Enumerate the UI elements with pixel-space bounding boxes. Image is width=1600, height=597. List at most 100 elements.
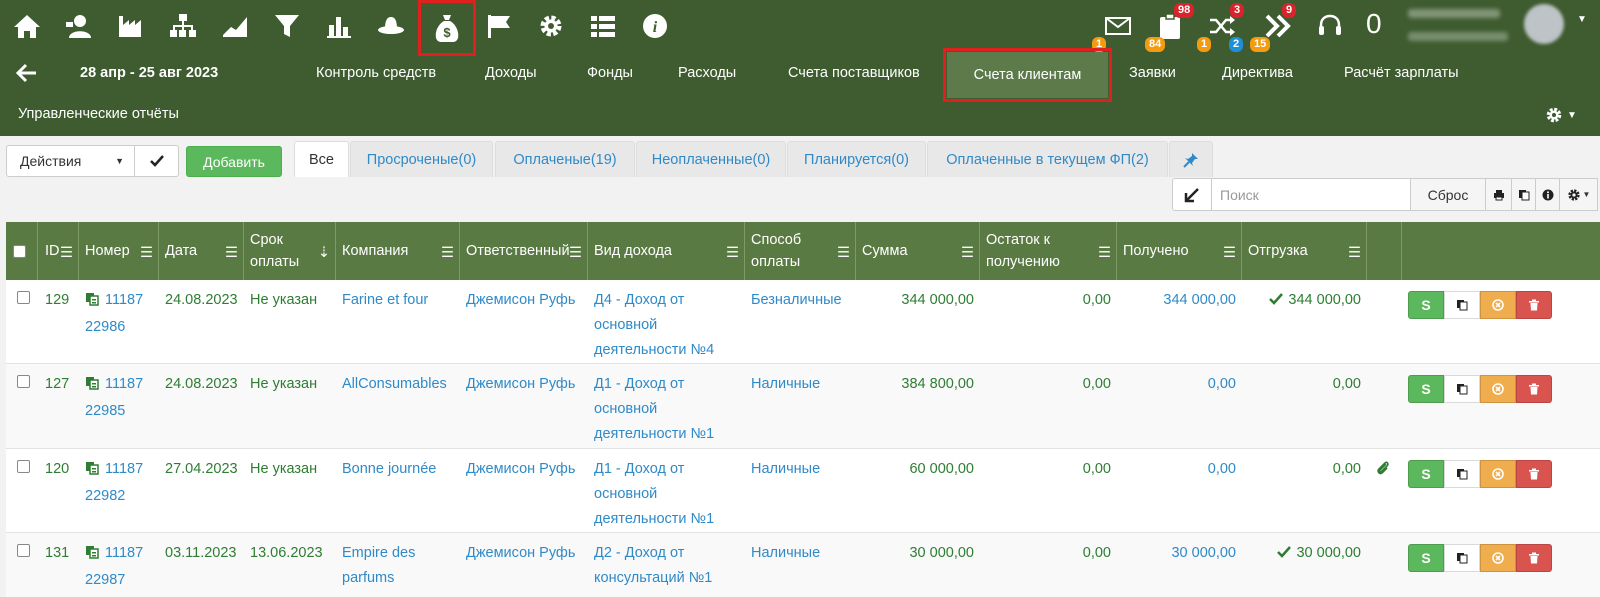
copy-button[interactable]	[1444, 291, 1480, 319]
pay-button[interactable]: S	[1408, 460, 1444, 488]
column-menu-icon[interactable]: ☰	[225, 242, 238, 264]
actions-dropdown[interactable]: Действия ▼	[6, 145, 135, 177]
row-payment-method[interactable]: Безналичные	[745, 280, 848, 321]
column-menu-icon[interactable]: ☰	[1098, 242, 1111, 264]
row-responsible[interactable]: Джемисон Руфь	[460, 364, 588, 405]
row-checkbox[interactable]	[17, 460, 30, 473]
paperclip-icon[interactable]	[1370, 451, 1396, 492]
column-menu-icon[interactable]: ☰	[726, 242, 739, 264]
column-menu-icon[interactable]: ☰	[140, 242, 153, 264]
row-company[interactable]: Farine et four	[336, 280, 460, 321]
row-number[interactable]: 11187 22987	[79, 533, 159, 597]
nav-payroll[interactable]: Расчёт зарплаты	[1344, 65, 1459, 81]
nav-requests[interactable]: Заявки	[1129, 65, 1176, 81]
col-number[interactable]: Номер ☰	[79, 222, 159, 280]
cancel-button[interactable]	[1480, 375, 1516, 403]
col-remaining[interactable]: Остаток к получению ☰	[980, 222, 1117, 280]
copy-button[interactable]	[1444, 544, 1480, 572]
bar-chart-icon[interactable]	[316, 6, 362, 46]
row-income-type[interactable]: Д2 - Доход от консультаций №1	[588, 533, 745, 597]
flag-icon[interactable]	[476, 6, 522, 46]
nav-expenses[interactable]: Расходы	[678, 65, 736, 81]
settings-dropdown[interactable]: ▼	[1545, 106, 1577, 124]
col-shipment[interactable]: Отгрузка ☰	[1242, 222, 1367, 280]
nav-management-reports[interactable]: Управленческие отчёты	[18, 106, 179, 122]
nav-client-invoices[interactable]: Счета клиентам	[943, 48, 1112, 102]
tab-paid-current-fp[interactable]: Оплаченные в текущем ФП(2)	[927, 141, 1168, 177]
info-icon[interactable]: i	[632, 6, 678, 46]
row-number[interactable]: 11187 22986	[79, 280, 159, 348]
cancel-button[interactable]	[1480, 544, 1516, 572]
row-responsible[interactable]: Джемисон Руфь	[460, 533, 588, 574]
reset-button[interactable]: Сброс	[1411, 178, 1486, 211]
tab-all[interactable]: Все	[294, 141, 349, 177]
col-sum[interactable]: Сумма ☰	[856, 222, 980, 280]
col-due[interactable]: Срок оплаты ⇣	[244, 222, 336, 280]
nav-funds[interactable]: Фонды	[587, 65, 633, 81]
table-row[interactable]: 131 11187 22987 03.11.2023 13.06.2023 Empire …	[6, 533, 1600, 597]
factory-icon[interactable]	[108, 6, 154, 46]
hat-icon[interactable]	[368, 6, 414, 46]
export-button[interactable]	[1512, 178, 1536, 211]
column-menu-icon[interactable]: ☰	[569, 242, 582, 264]
funnel-icon[interactable]	[264, 6, 310, 46]
pay-button[interactable]: S	[1408, 544, 1444, 572]
pay-button[interactable]: S	[1408, 291, 1444, 319]
add-button[interactable]: Добавить	[186, 146, 282, 177]
back-arrow-icon[interactable]	[15, 63, 38, 83]
column-menu-icon[interactable]: ☰	[60, 242, 73, 264]
col-payment-method[interactable]: Способ оплаты ☰	[745, 222, 856, 280]
row-received[interactable]: 30 000,00	[1117, 533, 1242, 574]
row-income-type[interactable]: Д1 - Доход от основной деятельности №1	[588, 364, 745, 455]
row-received[interactable]: 0,00	[1117, 449, 1242, 490]
row-number[interactable]: 11187 22985	[79, 364, 159, 432]
counter[interactable]: 0	[1366, 8, 1382, 40]
row-checkbox[interactable]	[17, 544, 30, 557]
col-income-type[interactable]: Вид дохода ☰	[588, 222, 745, 280]
delete-button[interactable]	[1516, 375, 1552, 403]
pay-button[interactable]: S	[1408, 375, 1444, 403]
row-checkbox[interactable]	[17, 291, 30, 304]
tab-paid[interactable]: Оплаченые(19)	[495, 141, 635, 177]
search-input[interactable]	[1212, 178, 1411, 211]
row-company[interactable]: Bonne journée	[336, 449, 460, 490]
apply-check-button[interactable]	[134, 145, 179, 177]
date-range[interactable]: 28 апр - 25 авг 2023	[80, 65, 218, 81]
org-chart-icon[interactable]	[160, 6, 206, 46]
money-bag-icon[interactable]: $	[418, 0, 476, 56]
column-menu-icon[interactable]: ☰	[441, 242, 454, 264]
column-menu-icon[interactable]: ☰	[837, 242, 850, 264]
copy-button[interactable]	[1444, 375, 1480, 403]
copy-button[interactable]	[1444, 460, 1480, 488]
col-date[interactable]: Дата ☰	[159, 222, 244, 280]
home-icon[interactable]	[4, 6, 50, 46]
table-row[interactable]: 129 11187 22986 24.08.2023 Не указан Farine e…	[6, 280, 1600, 364]
list-icon[interactable]	[580, 6, 626, 46]
delete-button[interactable]	[1516, 544, 1552, 572]
row-payment-method[interactable]: Наличные	[745, 449, 826, 490]
row-company[interactable]: Empire des parfums	[336, 533, 460, 597]
col-responsible[interactable]: Ответственный ☰	[460, 222, 588, 280]
column-menu-icon[interactable]: ☰	[961, 242, 974, 264]
info-button[interactable]	[1536, 178, 1560, 211]
col-received[interactable]: Получено ☰	[1117, 222, 1242, 280]
col-id[interactable]: ID ☰	[39, 222, 79, 280]
row-received[interactable]: 344 000,00	[1117, 280, 1242, 321]
user-card-icon[interactable]	[56, 6, 102, 46]
print-button[interactable]	[1486, 178, 1512, 211]
delete-button[interactable]	[1516, 460, 1552, 488]
columns-settings-button[interactable]: ▼	[1560, 178, 1598, 211]
row-income-type[interactable]: Д4 - Доход от основной деятельности №4	[588, 280, 745, 371]
column-menu-icon[interactable]: ☰	[1348, 242, 1361, 264]
row-company[interactable]: AllConsumables	[336, 364, 460, 405]
select-all-checkbox[interactable]	[13, 244, 26, 258]
headset-icon[interactable]	[1310, 6, 1350, 46]
row-responsible[interactable]: Джемисон Руфь	[460, 449, 588, 490]
delete-button[interactable]	[1516, 291, 1552, 319]
sort-desc-icon[interactable]: ⇣	[318, 242, 330, 264]
row-number[interactable]: 11187 22982	[79, 449, 159, 517]
row-received[interactable]: 0,00	[1117, 364, 1242, 405]
nav-directive[interactable]: Директива	[1222, 65, 1293, 81]
nav-income[interactable]: Доходы	[485, 65, 537, 81]
row-checkbox[interactable]	[17, 375, 30, 388]
